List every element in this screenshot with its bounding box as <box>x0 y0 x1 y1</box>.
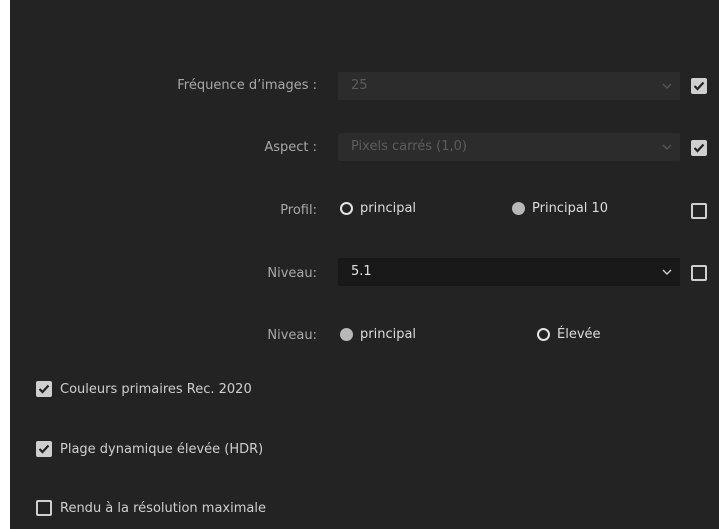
level-label: Niveau: <box>267 266 317 281</box>
frame-rate-label: Fréquence d’images : <box>177 78 317 93</box>
chevron-down-icon <box>662 133 672 161</box>
profile-option-label: Principal 10 <box>532 201 609 216</box>
rec2020-label: Couleurs primaires Rec. 2020 <box>60 381 252 397</box>
option-hdr[interactable]: Plage dynamique élevée (HDR) <box>36 441 263 457</box>
tier-option-principal[interactable]: principal <box>340 327 416 342</box>
checkmark-icon <box>38 384 50 394</box>
option-max-resolution[interactable]: Rendu à la résolution maximale <box>36 500 266 516</box>
aspect-value: Pixels carrés (1,0) <box>351 139 467 154</box>
profile-label: Profil: <box>280 203 317 218</box>
level-dropdown[interactable]: 5.1 <box>338 258 680 286</box>
checkmark-icon <box>693 81 705 91</box>
level-value: 5.1 <box>351 264 372 279</box>
profile-option-label: principal <box>360 201 417 216</box>
frame-rate-dropdown[interactable]: 25 <box>338 72 680 100</box>
max-resolution-checkbox[interactable] <box>36 500 52 516</box>
profile-option-principal-10[interactable]: Principal 10 <box>512 201 608 216</box>
tier-option-label: Élevée <box>557 327 601 342</box>
hdr-checkbox[interactable] <box>36 441 52 457</box>
aspect-label: Aspect : <box>264 140 317 155</box>
radio-empty-icon <box>537 328 550 341</box>
level-checkbox[interactable] <box>691 265 707 281</box>
max-resolution-label: Rendu à la résolution maximale <box>60 500 266 516</box>
hdr-label: Plage dynamique élevée (HDR) <box>60 441 264 457</box>
radio-filled-icon <box>340 328 353 341</box>
tier-option-elevee[interactable]: Élevée <box>537 327 601 342</box>
chevron-down-icon <box>662 258 672 286</box>
tier-label: Niveau: <box>267 328 317 343</box>
profile-checkbox[interactable] <box>691 203 707 219</box>
profile-option-principal[interactable]: principal <box>340 201 416 216</box>
checkmark-icon <box>38 444 50 454</box>
aspect-dropdown[interactable]: Pixels carrés (1,0) <box>338 133 680 161</box>
tier-option-label: principal <box>360 327 417 342</box>
chevron-down-icon <box>662 72 672 100</box>
rec2020-checkbox[interactable] <box>36 381 52 397</box>
radio-empty-icon <box>340 202 353 215</box>
aspect-checkbox[interactable] <box>691 140 707 156</box>
frame-rate-value: 25 <box>351 78 368 93</box>
option-rec2020[interactable]: Couleurs primaires Rec. 2020 <box>36 381 252 397</box>
checkmark-icon <box>693 143 705 153</box>
left-edge-strip <box>0 0 10 529</box>
radio-filled-icon <box>512 202 525 215</box>
frame-rate-checkbox[interactable] <box>691 78 707 94</box>
